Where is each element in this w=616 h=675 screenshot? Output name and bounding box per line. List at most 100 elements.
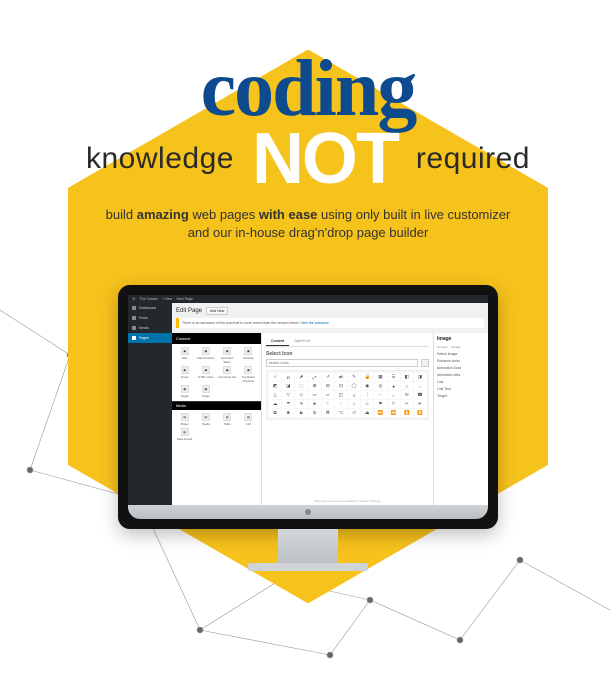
element-item[interactable]: ▤Date Accord [175, 428, 194, 441]
inspector-field[interactable]: Animation Dura [437, 366, 485, 370]
inspector-field[interactable]: Entrance Anim [437, 359, 485, 363]
icon-option[interactable]: 🔒 [361, 373, 373, 381]
icon-option[interactable]: ✉ [401, 391, 413, 399]
icon-option[interactable]: ◩ [269, 382, 281, 390]
icon-option[interactable]: ☮ [309, 409, 321, 417]
icon-option[interactable]: ⏩ [374, 409, 386, 417]
element-item[interactable]: ▤Player [175, 413, 194, 426]
icon-option[interactable]: ♢ [335, 400, 347, 408]
sidebar-item-pages[interactable]: Pages [128, 333, 172, 343]
icon-option[interactable]: ● [388, 382, 400, 390]
icon-option[interactable]: ✎ [348, 373, 360, 381]
inspector-field[interactable]: Link [437, 380, 485, 384]
wp-view[interactable]: View Page [176, 297, 193, 301]
add-new-button[interactable]: Add New [206, 307, 228, 315]
icon-option[interactable]: ⌥ [335, 409, 347, 417]
icon-option[interactable]: ▦ [374, 373, 386, 381]
inspector-tab-content[interactable]: Content [437, 345, 448, 349]
icon-option[interactable]: ☎ [414, 391, 426, 399]
element-item[interactable]: ▣Sale Products [196, 347, 215, 364]
icon-option[interactable]: ⬈ [295, 373, 307, 381]
panel-tab-content[interactable]: Content [172, 333, 261, 344]
icon-option[interactable]: ◇ [295, 391, 307, 399]
element-item[interactable]: ▣Verticaly [239, 347, 258, 364]
element-item[interactable]: ▣Vimeo [175, 366, 194, 383]
element-item[interactable]: ▣Accordion Slider [218, 347, 237, 364]
icon-option[interactable]: ★ [309, 400, 321, 408]
icon-option[interactable]: ☁ [269, 400, 281, 408]
icon-option[interactable]: ⏪ [388, 409, 400, 417]
icon-option[interactable]: ↗ [322, 373, 334, 381]
icon-option[interactable]: ✿ [269, 409, 281, 417]
element-item[interactable]: ▣Top Rated Products [239, 366, 258, 383]
notice-link[interactable]: View the autosave [300, 321, 329, 325]
icon-option[interactable]: ☂ [282, 400, 294, 408]
builder-elements-panel: Content ▣Tabs▣Sale Products▣Accordion Sl… [172, 333, 262, 505]
icon-option[interactable]: ☆ [269, 373, 281, 381]
icon-option[interactable]: ✈ [414, 400, 426, 408]
icon-option[interactable]: ◎ [374, 382, 386, 390]
panel-group-media[interactable]: Media [172, 401, 261, 410]
icon-option[interactable]: ◪ [282, 382, 294, 390]
icon-option[interactable]: ☀ [295, 400, 307, 408]
icon-option[interactable]: ⌘ [322, 409, 334, 417]
wp-site[interactable]: The Creator [140, 297, 159, 301]
element-item[interactable]: ▣HTML Video [196, 366, 215, 383]
element-item[interactable]: ▣Image [196, 385, 215, 398]
icon-option[interactable]: ⊡ [335, 382, 347, 390]
element-item[interactable]: ▣Tabs [175, 347, 194, 364]
inspector-field[interactable]: Select Image [437, 352, 485, 356]
icon-option[interactable]: ◫ [335, 391, 347, 399]
icon-option[interactable]: ⏫ [401, 409, 413, 417]
icon-search-input[interactable] [266, 359, 418, 367]
icon-option[interactable]: ☰ [388, 373, 400, 381]
icon-option[interactable]: ⋯ [374, 391, 386, 399]
sidebar-item-posts[interactable]: Posts [128, 313, 172, 323]
icon-option[interactable]: ⏎ [348, 409, 360, 417]
icon-option[interactable]: ○ [401, 382, 413, 390]
icon-option[interactable]: ◯ [348, 382, 360, 390]
icon-option[interactable]: ♧ [361, 400, 373, 408]
element-item[interactable]: ▤123 [239, 413, 258, 426]
tab-style[interactable]: Style/Font [289, 337, 315, 346]
icon-option[interactable]: ▽ [282, 391, 294, 399]
icon-option[interactable]: ✂ [401, 400, 413, 408]
icon-option[interactable]: ⊟ [322, 382, 334, 390]
inspector-tab-design[interactable]: Design [452, 345, 461, 349]
icon-option[interactable]: ⋮ [361, 391, 373, 399]
icon-option[interactable]: ◨ [414, 373, 426, 381]
icon-option[interactable]: ⌂ [388, 391, 400, 399]
icon-option[interactable]: ⏬ [414, 409, 426, 417]
icon-option[interactable]: △ [269, 391, 281, 399]
icon-option[interactable]: ⊞ [309, 382, 321, 390]
tab-content[interactable]: Content [266, 337, 289, 346]
inspector-field[interactable]: Animation dela [437, 373, 485, 377]
icon-option[interactable]: ♤ [348, 400, 360, 408]
icon-option[interactable]: ⇄ [335, 373, 347, 381]
element-item[interactable]: ▤Table [218, 413, 237, 426]
sidebar-item-dashboard[interactable]: Dashboard [128, 303, 172, 313]
icon-option[interactable]: ◉ [361, 382, 373, 390]
icon-option[interactable]: ⤢ [309, 373, 321, 381]
icon-option[interactable]: ▱ [322, 391, 334, 399]
inspector-field[interactable]: Link Text [437, 387, 485, 391]
icon-option[interactable]: ⚐ [388, 400, 400, 408]
icon-option[interactable]: ⚑ [374, 400, 386, 408]
inspector-field[interactable]: Target [437, 394, 485, 398]
element-item[interactable]: ▤Media [196, 413, 215, 426]
element-item[interactable]: ▣Toggle [175, 385, 194, 398]
icon-option[interactable]: ≡ [348, 391, 360, 399]
icon-option[interactable]: ⏏ [361, 409, 373, 417]
search-icon[interactable] [421, 359, 429, 367]
icon-option[interactable]: ▭ [309, 391, 321, 399]
icon-option[interactable]: ⬚ [295, 382, 307, 390]
icon-option[interactable]: ☯ [295, 409, 307, 417]
icon-option[interactable]: ⎌ [282, 373, 294, 381]
sidebar-item-media[interactable]: Media [128, 323, 172, 333]
icon-option[interactable]: ❀ [282, 409, 294, 417]
icon-option[interactable]: ◌ [414, 382, 426, 390]
icon-option[interactable]: ♡ [322, 400, 334, 408]
icon-option[interactable]: ◧ [401, 373, 413, 381]
wp-new[interactable]: + New [162, 297, 172, 301]
element-item[interactable]: ▣Unordered List [218, 366, 237, 383]
